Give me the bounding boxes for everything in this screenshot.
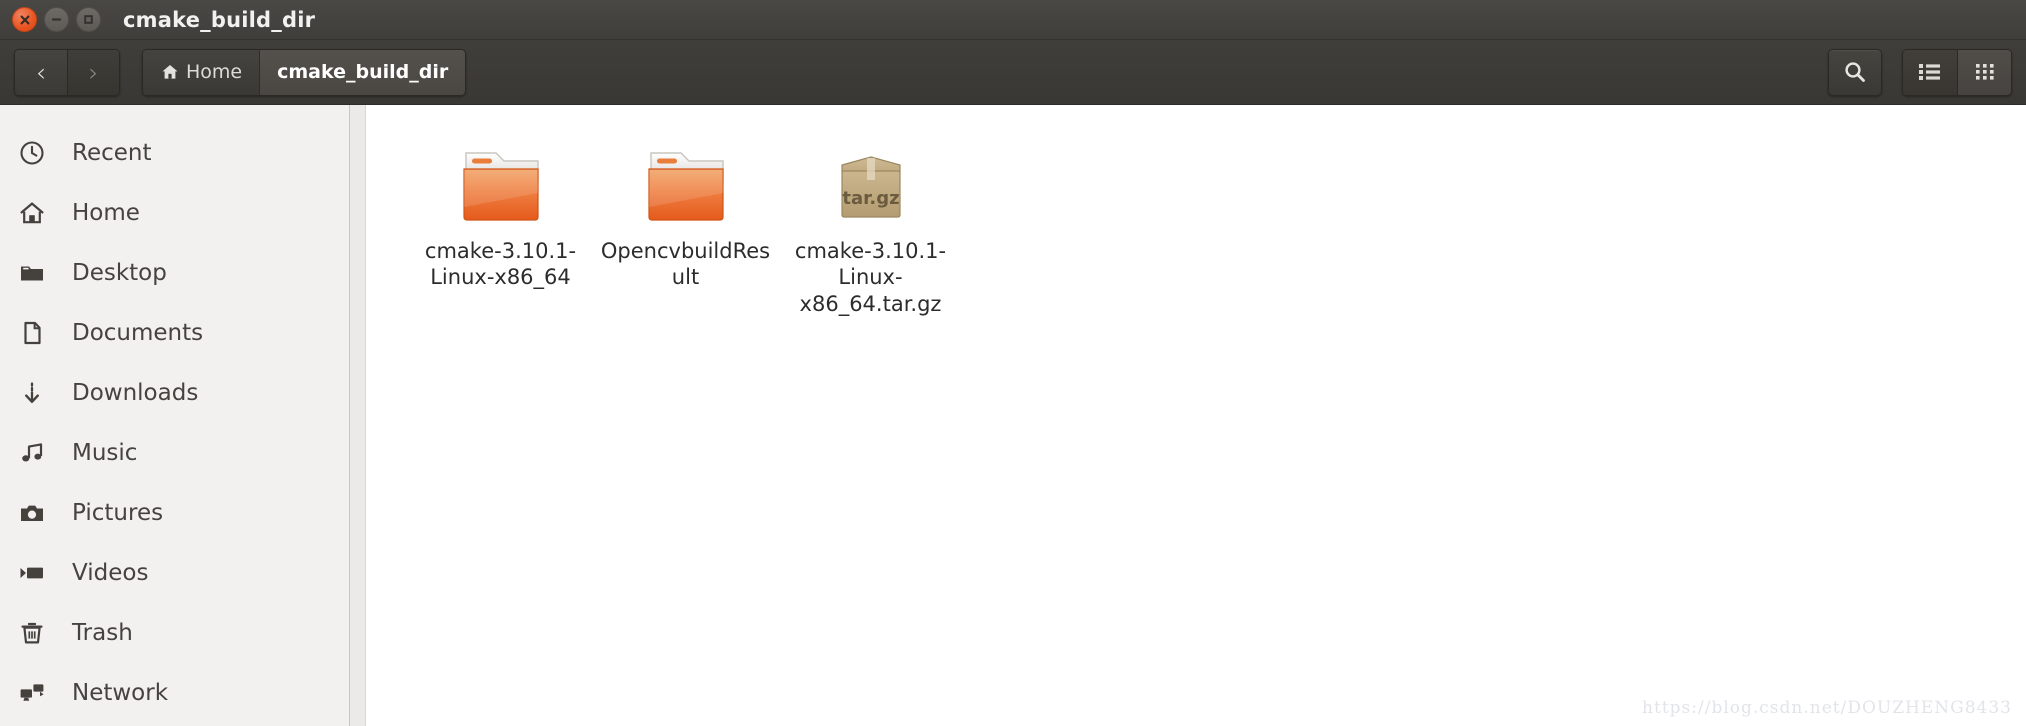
file-item-archive-targz[interactable]: tar.gz cmake-3.10.1-Linux-x86_64.tar.gz bbox=[778, 127, 963, 317]
back-button[interactable]: ‹ bbox=[15, 49, 67, 95]
home-icon bbox=[162, 65, 178, 79]
archive-badge-text: tar.gz bbox=[842, 188, 899, 209]
sidebar-item-label: Music bbox=[72, 440, 138, 466]
breadcrumb-label-home: Home bbox=[186, 61, 243, 83]
file-item-label: cmake-3.10.1-Linux-x86_64.tar.gz bbox=[794, 239, 947, 316]
breadcrumb: Home cmake_build_dir bbox=[142, 48, 467, 96]
sidebar-item-label: Videos bbox=[72, 560, 149, 586]
forward-button[interactable]: › bbox=[67, 49, 119, 95]
file-item-folder-opencv[interactable]: OpencvbuildResult bbox=[593, 127, 778, 317]
breadcrumb-label-current: cmake_build_dir bbox=[277, 61, 449, 83]
sidebar-item-label: Recent bbox=[72, 140, 152, 166]
file-manager-window: cmake_build_dir ‹ › Home cmake_build_dir bbox=[0, 0, 2026, 726]
file-grid: cmake-3.10.1-Linux-x86_64 OpencvbuildRes… bbox=[366, 105, 2026, 317]
sidebar-item-label: Pictures bbox=[72, 500, 164, 526]
camera-icon bbox=[14, 499, 50, 527]
minimize-icon bbox=[51, 18, 62, 21]
folder-icon bbox=[462, 152, 539, 221]
sidebar-item-network[interactable]: Network bbox=[0, 663, 365, 723]
chevron-left-icon: ‹ bbox=[36, 57, 46, 87]
folder-icon bbox=[14, 259, 50, 287]
window-body: Recent Home Desktop Documents Downloads … bbox=[0, 105, 2026, 726]
home-icon bbox=[14, 199, 50, 227]
sidebar-item-pictures[interactable]: Pictures bbox=[0, 483, 365, 543]
file-grid-area[interactable]: cmake-3.10.1-Linux-x86_64 OpencvbuildRes… bbox=[366, 105, 2026, 726]
file-item-label: OpencvbuildResult bbox=[600, 239, 771, 290]
watermark: https://blog.csdn.net/DOUZHENG8433 bbox=[1642, 698, 2012, 718]
download-icon bbox=[14, 379, 50, 407]
view-mode-buttons bbox=[1902, 48, 2012, 96]
trash-icon bbox=[14, 619, 50, 647]
navigation-buttons: ‹ › bbox=[14, 48, 120, 96]
grid-view-icon bbox=[1975, 64, 1994, 80]
sidebar-item-documents[interactable]: Documents bbox=[0, 303, 365, 363]
window-title: cmake_build_dir bbox=[123, 7, 316, 32]
maximize-icon bbox=[84, 15, 93, 24]
sidebar-item-label: Trash bbox=[72, 620, 133, 646]
archive-icon: tar.gz bbox=[840, 156, 901, 218]
sidebar-item-downloads[interactable]: Downloads bbox=[0, 363, 365, 423]
network-icon bbox=[14, 679, 50, 707]
sidebar: Recent Home Desktop Documents Downloads … bbox=[0, 105, 366, 726]
document-icon bbox=[14, 319, 50, 347]
file-item-label: cmake-3.10.1-Linux-x86_64 bbox=[424, 239, 577, 290]
close-button[interactable] bbox=[12, 7, 37, 32]
sidebar-item-label: Network bbox=[72, 680, 169, 706]
chevron-right-icon: › bbox=[88, 57, 99, 87]
video-icon bbox=[14, 559, 50, 587]
list-view-button[interactable] bbox=[1903, 49, 1957, 95]
breadcrumb-item-current[interactable]: cmake_build_dir bbox=[259, 49, 466, 95]
file-item-folder-cmake[interactable]: cmake-3.10.1-Linux-x86_64 bbox=[408, 127, 593, 317]
breadcrumb-item-home[interactable]: Home bbox=[143, 49, 260, 95]
minimize-button[interactable] bbox=[44, 7, 69, 32]
sidebar-item-videos[interactable]: Videos bbox=[0, 543, 365, 603]
sidebar-scrollbar[interactable] bbox=[349, 105, 365, 726]
search-icon bbox=[1845, 62, 1865, 82]
window-controls bbox=[12, 7, 101, 32]
sidebar-item-trash[interactable]: Trash bbox=[0, 603, 365, 663]
clock-icon bbox=[14, 139, 50, 167]
icon-container bbox=[637, 127, 735, 227]
sidebar-item-label: Downloads bbox=[72, 380, 199, 406]
title-bar: cmake_build_dir bbox=[0, 0, 2026, 40]
music-note-icon bbox=[14, 439, 50, 467]
sidebar-item-recent[interactable]: Recent bbox=[0, 123, 365, 183]
close-icon bbox=[20, 15, 29, 24]
icon-container: tar.gz bbox=[822, 127, 920, 227]
maximize-button[interactable] bbox=[76, 7, 101, 32]
icon-container bbox=[452, 127, 550, 227]
toolbar: ‹ › Home cmake_build_dir bbox=[0, 40, 2026, 105]
search-button[interactable] bbox=[1828, 48, 1882, 96]
sidebar-item-label: Documents bbox=[72, 320, 204, 346]
grid-view-button[interactable] bbox=[1957, 49, 2011, 95]
folder-icon bbox=[647, 152, 724, 221]
sidebar-item-label: Home bbox=[72, 200, 140, 226]
sidebar-item-home[interactable]: Home bbox=[0, 183, 365, 243]
toolbar-right-group bbox=[1828, 48, 2012, 96]
sidebar-item-music[interactable]: Music bbox=[0, 423, 365, 483]
sidebar-item-label: Desktop bbox=[72, 260, 167, 286]
list-view-icon bbox=[1919, 64, 1940, 80]
sidebar-item-desktop[interactable]: Desktop bbox=[0, 243, 365, 303]
